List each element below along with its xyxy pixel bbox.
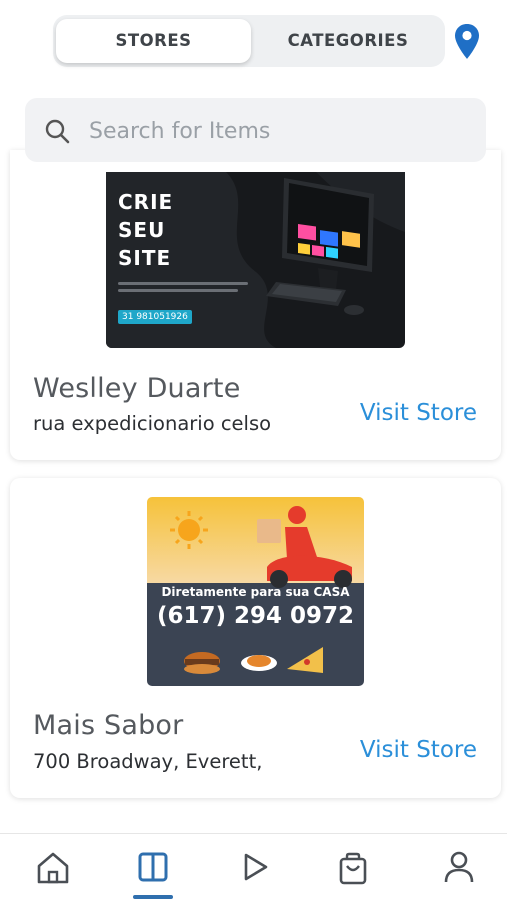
tab-stores[interactable]: STORES	[56, 19, 251, 63]
search-bar	[25, 98, 486, 162]
store-name: Weslley Duarte	[33, 373, 241, 404]
store-category-switch: STORES CATEGORIES	[53, 15, 445, 67]
store-card[interactable]: CRIE SEU SITE 31 981051926 Weslley Duart…	[10, 150, 501, 460]
stores-icon[interactable]	[133, 848, 173, 888]
banner-tagline: Diretamente para sua CASA	[161, 585, 350, 599]
store-address: rua expedicionario celso	[33, 412, 272, 435]
play-icon[interactable]	[235, 848, 275, 888]
banner-text-line: CRIE	[118, 190, 174, 214]
store-name: Mais Sabor	[33, 710, 184, 741]
home-icon[interactable]	[33, 848, 73, 888]
visit-store-button[interactable]: Visit Store	[360, 400, 477, 426]
banner-text-line: SEU	[118, 218, 166, 242]
visit-store-button[interactable]: Visit Store	[360, 737, 477, 763]
search-input[interactable]	[87, 110, 471, 152]
store-card[interactable]: Diretamente para sua CASA (617) 294 0972…	[10, 478, 501, 798]
store-banner-image: CRIE SEU SITE 31 981051926	[106, 172, 405, 348]
profile-icon[interactable]	[439, 848, 479, 888]
search-icon	[45, 119, 70, 144]
tab-categories[interactable]: CATEGORIES	[251, 19, 445, 63]
store-banner-image: Diretamente para sua CASA (617) 294 0972	[147, 497, 364, 686]
banner-text-line: SITE	[118, 246, 172, 270]
bag-icon[interactable]	[333, 848, 373, 888]
banner-phone: 31 981051926	[118, 310, 192, 324]
active-tab-indicator	[133, 895, 173, 899]
banner-phone: (617) 294 0972	[156, 603, 355, 629]
store-address: 700 Broadway, Everett,	[33, 750, 263, 773]
bottom-navigation	[0, 833, 507, 901]
location-pin-icon[interactable]	[452, 22, 482, 62]
